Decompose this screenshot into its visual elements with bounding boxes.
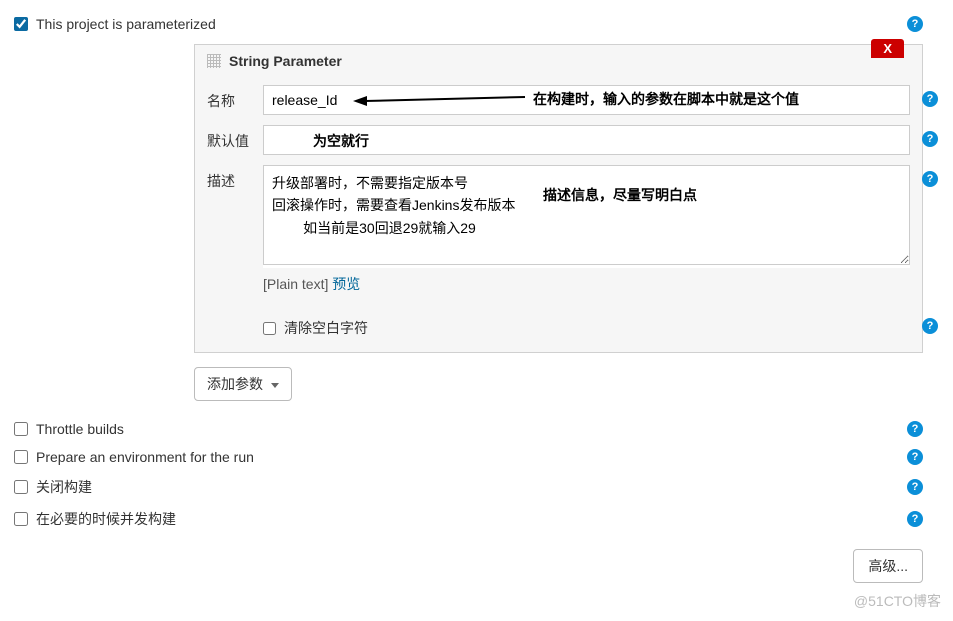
string-parameter-header: String Parameter bbox=[207, 53, 910, 75]
plain-preview-row: [Plain text] 预览 bbox=[263, 274, 910, 294]
help-icon[interactable]: ? bbox=[907, 449, 923, 465]
advanced-row: 高级... bbox=[14, 549, 923, 583]
preview-link[interactable]: 预览 bbox=[332, 276, 360, 292]
option-close-build-checkbox[interactable] bbox=[14, 480, 28, 494]
option-concurrent-label[interactable]: 在必要的时候并发构建 bbox=[36, 509, 176, 529]
strip-whitespace-row: 清除空白字符 ? bbox=[263, 318, 910, 338]
option-close-build-label[interactable]: 关闭构建 bbox=[36, 477, 92, 497]
watermark-text: @51CTO博客 bbox=[854, 591, 941, 611]
help-icon[interactable]: ? bbox=[907, 421, 923, 437]
default-input[interactable] bbox=[263, 125, 910, 155]
default-row: 默认值 为空就行 ? bbox=[207, 125, 910, 155]
string-parameter-box: X String Parameter 名称 在构建时，输入的参数在脚本中就是这个… bbox=[194, 44, 923, 353]
name-row: 名称 在构建时，输入的参数在脚本中就是这个值 ? bbox=[207, 85, 910, 115]
help-icon[interactable]: ? bbox=[922, 91, 938, 107]
help-icon[interactable]: ? bbox=[907, 16, 923, 32]
name-label: 名称 bbox=[207, 85, 263, 111]
option-close-build-row: 关闭构建 ? bbox=[14, 471, 923, 503]
help-icon[interactable]: ? bbox=[922, 131, 938, 147]
option-throttle-checkbox[interactable] bbox=[14, 422, 28, 436]
option-prepare-env-checkbox[interactable] bbox=[14, 450, 28, 464]
help-icon[interactable]: ? bbox=[907, 511, 923, 527]
option-throttle-label[interactable]: Throttle builds bbox=[36, 421, 124, 437]
advanced-button[interactable]: 高级... bbox=[853, 549, 923, 583]
desc-row: 描述 描述信息，尽量写明白点 ? bbox=[207, 165, 910, 268]
option-parametrized-checkbox[interactable] bbox=[14, 17, 28, 31]
plain-text-label: [Plain text] bbox=[263, 276, 328, 292]
desc-textarea[interactable] bbox=[263, 165, 910, 265]
name-input[interactable] bbox=[263, 85, 910, 115]
option-prepare-env-label[interactable]: Prepare an environment for the run bbox=[36, 449, 254, 465]
drag-handle-icon[interactable] bbox=[207, 54, 221, 68]
add-parameter-button[interactable]: 添加参数 bbox=[194, 367, 292, 401]
desc-label: 描述 bbox=[207, 165, 263, 191]
help-icon[interactable]: ? bbox=[922, 318, 938, 334]
option-parametrized-row: This project is parameterized ? bbox=[14, 10, 923, 38]
option-throttle-row: Throttle builds ? bbox=[14, 415, 923, 443]
option-parametrized-label[interactable]: This project is parameterized bbox=[36, 16, 216, 32]
option-concurrent-checkbox[interactable] bbox=[14, 512, 28, 526]
help-icon[interactable]: ? bbox=[907, 479, 923, 495]
default-label: 默认值 bbox=[207, 125, 263, 151]
parameter-region: X String Parameter 名称 在构建时，输入的参数在脚本中就是这个… bbox=[194, 44, 923, 401]
add-parameter-label: 添加参数 bbox=[207, 376, 263, 392]
string-parameter-title: String Parameter bbox=[229, 53, 342, 69]
strip-whitespace-label[interactable]: 清除空白字符 bbox=[284, 318, 368, 338]
strip-whitespace-checkbox[interactable] bbox=[263, 322, 276, 335]
option-concurrent-row: 在必要的时候并发构建 ? bbox=[14, 503, 923, 535]
close-icon[interactable]: X bbox=[871, 39, 904, 58]
chevron-down-icon bbox=[271, 383, 279, 388]
help-icon[interactable]: ? bbox=[922, 171, 938, 187]
option-prepare-env-row: Prepare an environment for the run ? bbox=[14, 443, 923, 471]
